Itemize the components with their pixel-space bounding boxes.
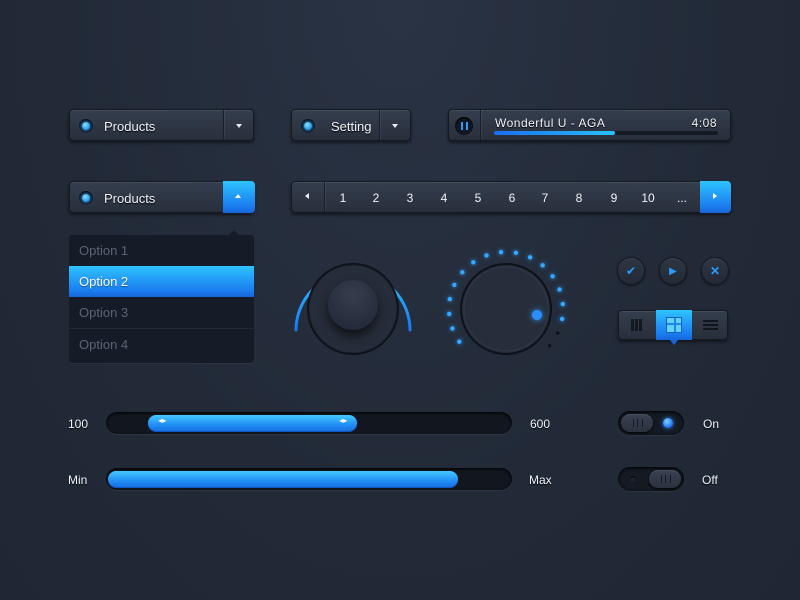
- caret-down-icon[interactable]: [392, 124, 398, 128]
- knob-dot-lit: [527, 255, 533, 260]
- products-dropdown-open-label: Products: [104, 191, 156, 206]
- dropdown-option[interactable]: Option 1: [69, 235, 254, 266]
- progress-max-label: Max: [529, 473, 552, 487]
- dropdown-option[interactable]: Option 3: [69, 297, 254, 328]
- view-switch: [618, 310, 729, 345]
- knob-dot-lit: [513, 250, 519, 256]
- page-number[interactable]: 10: [631, 182, 665, 214]
- knob-dot-lit: [457, 339, 462, 344]
- knob-dot-lit: [450, 326, 455, 331]
- page-number[interactable]: 8: [562, 182, 596, 214]
- knob-dot-lit: [452, 282, 457, 288]
- page-number[interactable]: 6: [495, 182, 529, 214]
- knob-dot-lit: [498, 250, 504, 255]
- progress-slider-fill: [108, 471, 458, 487]
- page-number[interactable]: 5: [461, 182, 495, 214]
- led-icon: [301, 119, 315, 133]
- knob-dot-lit: [560, 301, 565, 307]
- knob-led: [532, 310, 542, 320]
- small-grid-icon: [631, 319, 643, 331]
- pause-icon: [461, 122, 468, 130]
- progress-min-label: Min: [68, 473, 88, 487]
- track-title: Wonderful U - AGA: [495, 116, 606, 130]
- products-dropdown-label: Products: [104, 119, 156, 134]
- caret-right-icon: [713, 193, 717, 199]
- range-min-label: 100: [68, 417, 89, 431]
- setting-dropdown-label: Setting: [331, 119, 372, 134]
- knob-dot-unlit: [555, 331, 560, 335]
- setting-dropdown[interactable]: Setting: [291, 109, 411, 141]
- toggle-led-on: [663, 418, 673, 428]
- music-player: Wonderful U - AGA 4:08: [448, 109, 731, 141]
- play-button[interactable]: ▶: [659, 257, 687, 285]
- page-number[interactable]: 3: [393, 182, 427, 214]
- track-progress-bar[interactable]: [494, 131, 718, 135]
- check-icon: ✔: [625, 264, 637, 278]
- check-button[interactable]: ✔: [617, 257, 645, 285]
- knob-dot-lit: [447, 311, 452, 317]
- range-high-handle[interactable]: ◂▸: [339, 416, 347, 425]
- page-number[interactable]: 2: [359, 182, 393, 214]
- toggle-on[interactable]: [618, 411, 684, 435]
- toggle-led-off: [630, 476, 636, 482]
- dropdown-toggle-button[interactable]: [223, 181, 255, 213]
- dropdown-option-selected[interactable]: Option 2: [69, 266, 254, 297]
- prev-page-button[interactable]: [292, 182, 324, 212]
- track-time: 4:08: [691, 116, 717, 130]
- knob-dot-lit: [471, 260, 476, 265]
- range-max-label: 600: [530, 417, 551, 431]
- range-low-handle[interactable]: ◂▸: [158, 416, 166, 425]
- page-number[interactable]: ...: [665, 182, 699, 214]
- knob-dot-lit: [460, 270, 465, 275]
- page-number[interactable]: 1: [326, 182, 360, 214]
- small-grid-view-button[interactable]: [619, 311, 656, 339]
- toggle-knob[interactable]: [649, 470, 681, 488]
- knob-dot-lit: [557, 287, 562, 292]
- products-dropdown-open[interactable]: Products: [69, 181, 255, 213]
- large-grid-icon: [666, 317, 682, 333]
- track-progress-fill: [494, 131, 615, 135]
- pagination: 1 2 3 4 5 6 7 8 9 10...: [291, 181, 731, 213]
- knob-dot-lit: [550, 274, 555, 279]
- pause-button[interactable]: [455, 117, 473, 135]
- page-number[interactable]: 4: [427, 182, 461, 214]
- dropdown-menu: Option 1 Option 2 Option 3 Option 4: [69, 230, 254, 363]
- play-icon: ▶: [669, 265, 677, 277]
- caret-down-icon[interactable]: [236, 124, 242, 128]
- range-slider-fill: ◂▸ ◂▸: [148, 415, 358, 431]
- knob-dot-lit: [559, 316, 565, 322]
- caret-up-icon: [235, 194, 241, 198]
- knob-dot-lit: [447, 296, 453, 302]
- list-view-button[interactable]: [692, 311, 729, 339]
- dot-knob[interactable]: [440, 240, 580, 370]
- progress-slider-track[interactable]: [106, 468, 512, 490]
- knob-dot-lit: [484, 253, 489, 258]
- page-number[interactable]: 9: [597, 182, 631, 214]
- toggle-off-label: Off: [702, 473, 718, 487]
- arc-knob[interactable]: [290, 245, 420, 370]
- page-number[interactable]: 7: [528, 182, 562, 214]
- toggle-off[interactable]: [618, 467, 684, 491]
- products-dropdown[interactable]: Products: [69, 109, 254, 141]
- knob-dot-lit: [540, 263, 545, 268]
- close-button[interactable]: ✕: [701, 257, 729, 285]
- dropdown-option[interactable]: Option 4: [69, 328, 254, 359]
- knob-dot-unlit: [547, 343, 552, 348]
- large-grid-view-button[interactable]: [656, 310, 692, 345]
- toggle-knob[interactable]: [621, 414, 653, 432]
- toggle-on-label: On: [703, 417, 720, 431]
- list-icon: [703, 320, 718, 330]
- range-slider-track[interactable]: ◂▸ ◂▸: [106, 412, 512, 434]
- next-page-button[interactable]: [700, 181, 731, 213]
- led-icon: [79, 191, 93, 205]
- close-icon: ✕: [709, 264, 721, 278]
- caret-left-icon: [305, 193, 309, 199]
- led-icon: [79, 119, 93, 133]
